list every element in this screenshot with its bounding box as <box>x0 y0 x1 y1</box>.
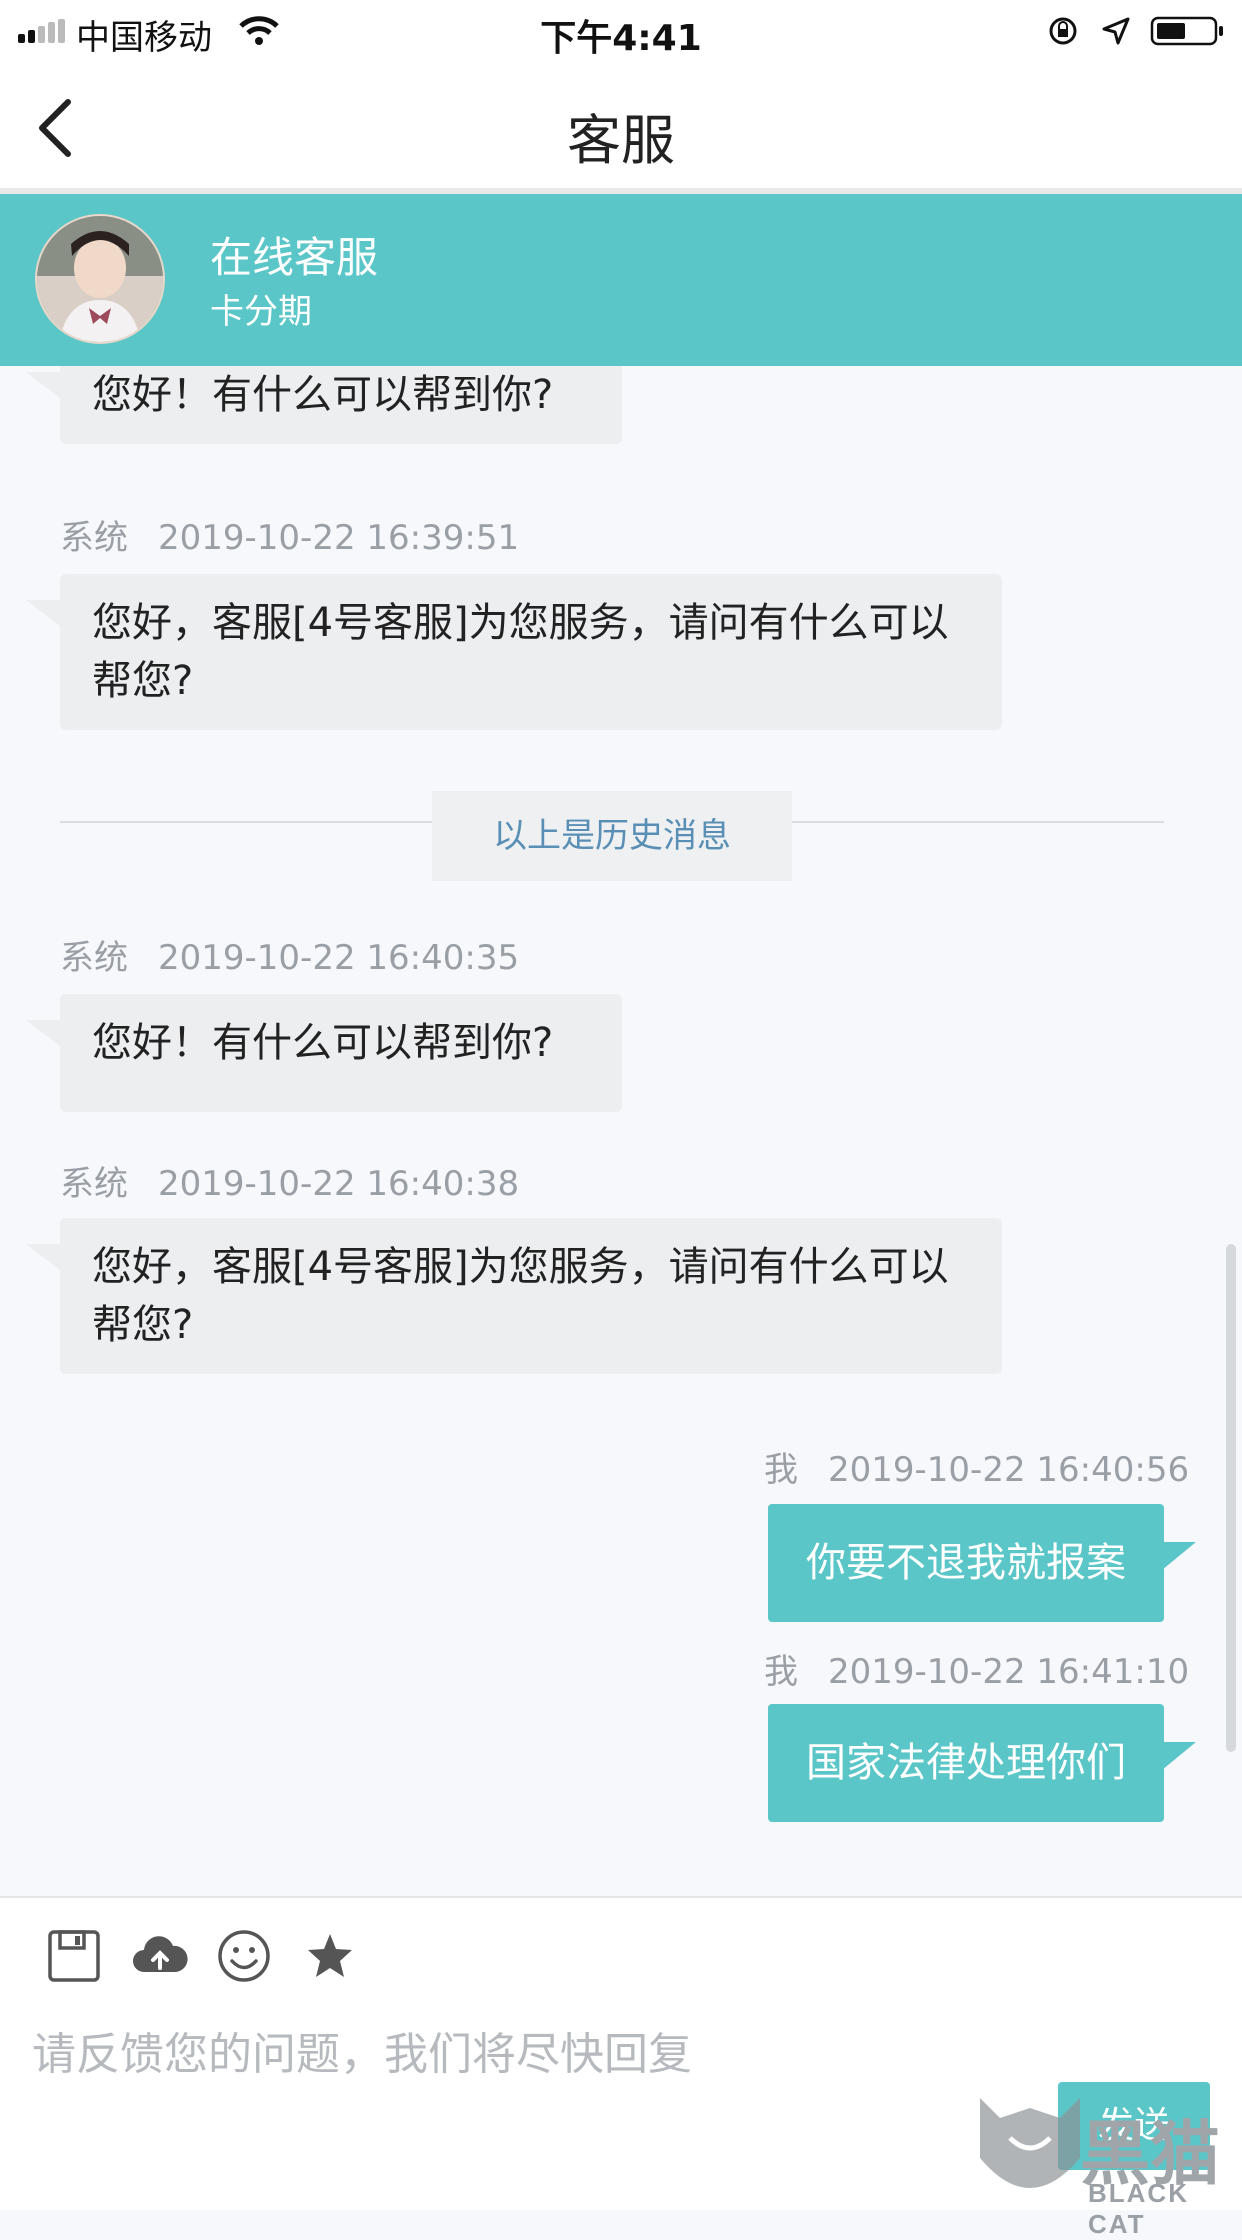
message-time: 2019-10-22 16:41:10 <box>828 1652 1190 1692</box>
message-text: 您好，客服[4号客服]为您服务，请问有什么可以帮您? <box>92 1244 949 1348</box>
watermark-text: BLACK CAT <box>1088 2178 1189 2239</box>
message-time: 2019-10-22 16:39:51 <box>158 518 520 558</box>
message-bubble-incoming: 您好，客服[4号客服]为您服务，请问有什么可以帮您? <box>26 1218 1002 1374</box>
message-bubble-incoming: 您好！有什么可以帮到你? <box>26 366 622 444</box>
save-icon[interactable] <box>46 1928 102 1984</box>
message-sender: 系统 <box>60 518 128 558</box>
message-text: 您好！有什么可以帮到你? <box>92 1020 554 1066</box>
agent-subtitle: 卡分期 <box>210 292 312 332</box>
rotation-lock-icon <box>1049 17 1077 45</box>
message-sender: 系统 <box>60 1164 128 1204</box>
location-icon <box>1102 17 1130 45</box>
scrollbar[interactable] <box>1226 1244 1236 1752</box>
message-meta: 系统 2019-10-22 16:40:35 <box>60 930 519 979</box>
agent-name: 在线客服 <box>210 233 379 282</box>
message-meta: 系统 2019-10-22 16:40:38 <box>60 1156 519 1205</box>
message-text: 国家法律处理你们 <box>806 1740 1126 1786</box>
cloud-upload-icon[interactable] <box>132 1928 188 1984</box>
message-text: 您好！有什么可以帮到你? <box>92 372 554 418</box>
message-bubble-outgoing: 你要不退我就报案 <box>768 1504 1196 1622</box>
message-meta: 我 2019-10-22 16:40:56 <box>764 1442 1189 1491</box>
agent-header: 在线客服 卡分期 <box>0 194 1242 366</box>
message-text: 你要不退我就报案 <box>806 1540 1126 1586</box>
status-bar: 中国移动 下午4:41 <box>0 0 1242 60</box>
message-sender: 我 <box>764 1450 798 1490</box>
nav-bar: 客服 <box>0 60 1242 194</box>
message-time: 2019-10-22 16:40:38 <box>158 1164 520 1204</box>
message-bubble-incoming: 您好，客服[4号客服]为您服务，请问有什么可以帮您? <box>26 574 1002 730</box>
message-bubble-incoming: 您好！有什么可以帮到你? <box>26 994 622 1112</box>
message-sender: 系统 <box>60 938 128 978</box>
chat-area[interactable]: 您好！有什么可以帮到你? 系统 2019-10-22 16:39:51 您好，客服… <box>0 366 1242 1896</box>
star-icon[interactable] <box>302 1928 358 1984</box>
page-title: 客服 <box>567 109 675 172</box>
message-bubble-outgoing: 国家法律处理你们 <box>768 1704 1196 1822</box>
emoji-icon[interactable] <box>216 1928 272 1984</box>
history-divider-label: 以上是历史消息 <box>432 791 792 881</box>
message-meta: 系统 2019-10-22 16:39:51 <box>60 510 519 559</box>
avatar-image <box>37 216 163 342</box>
avatar[interactable] <box>35 214 165 344</box>
message-time: 2019-10-22 16:40:35 <box>158 938 520 978</box>
battery-icon <box>1150 16 1223 46</box>
message-time: 2019-10-22 16:40:56 <box>828 1450 1190 1490</box>
message-text: 您好，客服[4号客服]为您服务，请问有什么可以帮您? <box>92 600 949 704</box>
message-sender: 我 <box>764 1652 798 1692</box>
message-meta: 我 2019-10-22 16:41:10 <box>764 1644 1189 1693</box>
message-input[interactable] <box>30 2008 1014 2100</box>
